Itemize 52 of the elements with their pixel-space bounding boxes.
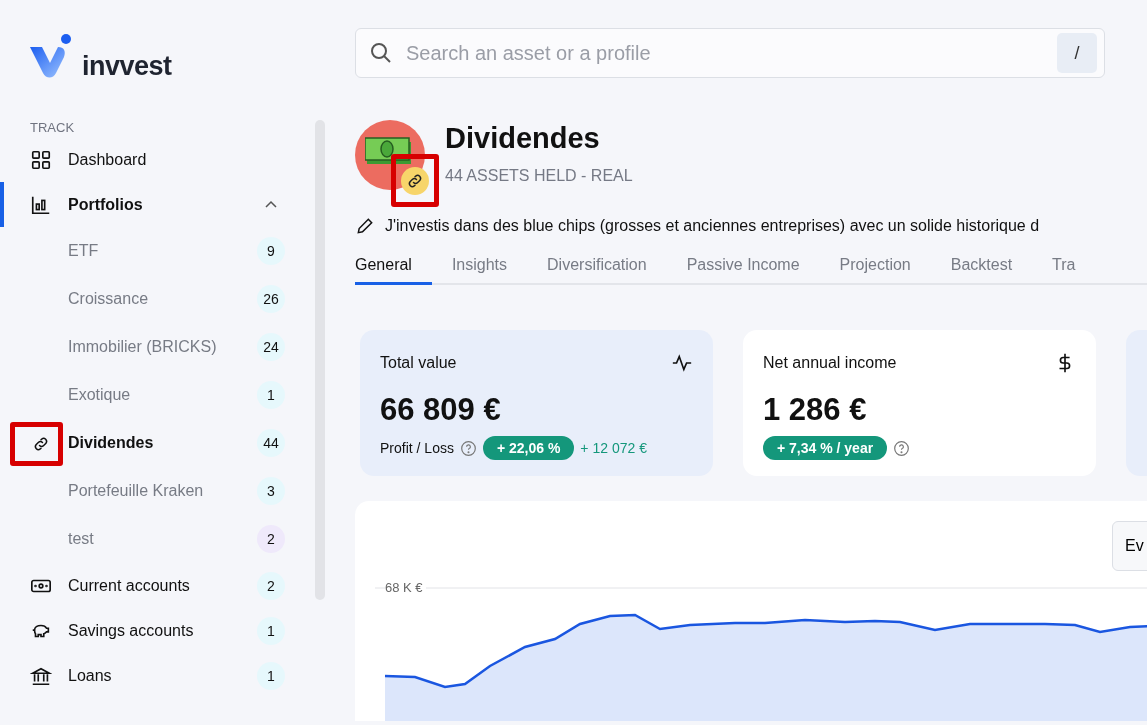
portfolio-item[interactable]: Exotique 1: [0, 371, 330, 419]
count-badge: 44: [257, 429, 285, 457]
count-badge: 1: [257, 661, 285, 690]
tab[interactable]: Diversification: [527, 256, 667, 285]
tab[interactable]: Tra: [1032, 256, 1096, 285]
help-icon[interactable]: [459, 439, 477, 457]
help-icon[interactable]: [893, 439, 911, 457]
shortcut-key: /: [1057, 33, 1097, 73]
nav-item[interactable]: Savings accounts 1: [0, 608, 330, 653]
dropdown-button[interactable]: Ev: [1112, 521, 1147, 571]
tab[interactable]: Backtest: [930, 256, 1033, 285]
search-icon: [369, 41, 393, 65]
profile-title: Dividendes: [445, 122, 601, 155]
percent-pill: + 7,34 % / year: [763, 436, 888, 460]
card-label: Profit / Loss: [380, 440, 454, 456]
tab[interactable]: Passive Income: [666, 256, 820, 285]
pencil-icon[interactable]: [355, 216, 375, 236]
card-title: Total value: [380, 354, 457, 372]
grid-icon: [30, 148, 52, 171]
logo-text: invvest: [82, 53, 172, 80]
nav-item[interactable]: Dashboard: [0, 137, 330, 182]
pulse-icon: [671, 352, 693, 374]
percent-pill: + 22,06 %: [482, 436, 575, 460]
count-badge: 1: [257, 381, 285, 409]
count-badge: 9: [257, 237, 285, 265]
profile-description: J'investis dans des blue chips (grosses et anciennes entreprises) avec un solide historique d: [385, 217, 1040, 235]
count-badge: 24: [257, 333, 285, 361]
delta-text: + 12 072 €: [580, 440, 647, 456]
count-badge: 1: [257, 616, 285, 645]
portfolio-item[interactable]: Croissance 26: [0, 275, 330, 323]
link-icon: [32, 435, 50, 453]
portfolio-item[interactable]: Dividendes 44: [0, 419, 330, 467]
portfolio-item[interactable]: Immobilier (BRICKS) 24: [0, 323, 330, 371]
profile-subtitle: 44 ASSETS HELD - REAL: [445, 167, 633, 185]
card-title: Net annual income: [763, 354, 897, 372]
portfolio-item[interactable]: ETF 9: [0, 227, 330, 275]
axis-label: 68 K €: [385, 580, 426, 595]
portfolio-item[interactable]: Portefeuille Kraken 3: [0, 467, 330, 515]
card-value: 66 809 €: [380, 392, 502, 428]
count-badge: 2: [257, 525, 285, 553]
tab[interactable]: Projection: [819, 256, 931, 285]
card-value: 1 286 €: [763, 392, 868, 428]
section-label: TRACK: [30, 120, 76, 135]
tab[interactable]: Insights: [431, 256, 528, 285]
nav-item[interactable]: Loans 1: [0, 653, 330, 698]
portfolio-item[interactable]: test 2: [0, 515, 330, 563]
count-badge: 2: [257, 571, 285, 600]
nav-item[interactable]: Portfolios: [0, 182, 330, 227]
count-badge: 3: [257, 477, 285, 505]
count-badge: 26: [257, 285, 285, 313]
nav-item[interactable]: Current accounts 2: [0, 563, 330, 608]
tab[interactable]: General: [355, 256, 432, 285]
